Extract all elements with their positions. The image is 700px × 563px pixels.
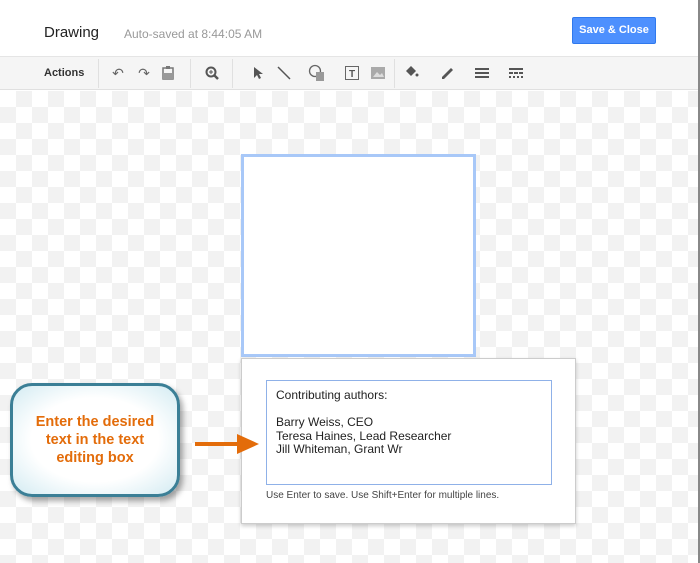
line-dash-icon[interactable]: [508, 65, 524, 81]
line-icon[interactable]: [276, 65, 292, 81]
text-line: Teresa Haines, Lead Researcher: [276, 428, 452, 443]
instruction-callout: Enter the desired text in the text editi…: [10, 383, 180, 497]
divider: [190, 59, 191, 88]
header: Drawing Auto-saved at 8:44:05 AM Save & …: [0, 0, 700, 57]
image-icon[interactable]: [370, 65, 386, 81]
text-line: Jill Whiteman, Grant Wr: [276, 442, 403, 456]
divider: [394, 59, 395, 88]
text-line: Contributing authors:: [276, 388, 388, 402]
text-edit-dialog: Contributing authors: Barry Weiss, CEO T…: [241, 358, 576, 524]
text-box-icon[interactable]: T: [344, 65, 360, 81]
line-weight-icon[interactable]: [474, 65, 490, 81]
undo-icon[interactable]: ↶: [110, 65, 126, 81]
redo-icon[interactable]: ↷: [136, 65, 152, 81]
shape-icon[interactable]: [308, 64, 324, 81]
save-close-button[interactable]: Save & Close: [572, 17, 656, 44]
autosave-status: Auto-saved at 8:44:05 AM: [124, 27, 263, 41]
svg-text:T: T: [349, 69, 355, 80]
paste-format-icon[interactable]: [160, 65, 176, 81]
line-color-icon[interactable]: [439, 65, 455, 81]
divider: [98, 59, 99, 88]
selected-text-box-shape[interactable]: [241, 154, 476, 357]
drawing-title[interactable]: Drawing: [44, 24, 99, 41]
divider: [232, 59, 233, 88]
hint-text: Use Enter to save. Use Shift+Enter for m…: [266, 490, 500, 501]
toolbar: Actions ↶ ↷ T: [0, 57, 700, 90]
fill-color-icon[interactable]: [403, 65, 419, 81]
text-line: Barry Weiss, CEO: [276, 415, 374, 429]
actions-menu[interactable]: Actions: [44, 67, 84, 79]
select-icon[interactable]: [250, 65, 266, 81]
callout-text: Enter the desired text in the text editi…: [35, 414, 155, 466]
zoom-icon[interactable]: [204, 65, 220, 81]
text-editing-box[interactable]: Contributing authors: Barry Weiss, CEO T…: [266, 380, 552, 485]
arrow-icon: [195, 434, 259, 454]
